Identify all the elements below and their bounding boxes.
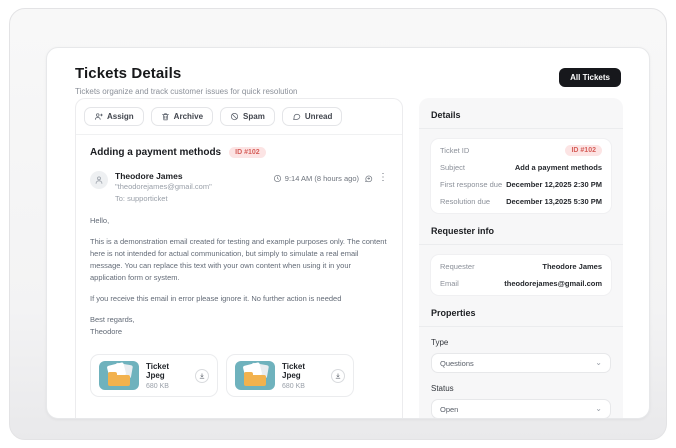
detail-value: December 13,2025 5:30 PM xyxy=(506,197,602,206)
person-icon xyxy=(94,175,104,185)
ticket-title-row: Adding a payment methods ID #102 xyxy=(90,147,388,158)
detail-row-first-response: First response due December 12,2025 2:30… xyxy=(440,176,602,193)
attachment-card[interactable]: Ticket Jpeg 680 KB xyxy=(90,354,218,397)
detail-value: Add a payment methods xyxy=(515,163,602,172)
status-select[interactable]: Open ⌄ xyxy=(431,399,611,419)
sender-name: Theodore James xyxy=(115,171,183,181)
detail-value: theodorejames@gmail.com xyxy=(504,279,602,288)
ticket-thread-panel: Assign Archive Spam xyxy=(75,98,403,419)
spam-button[interactable]: Spam xyxy=(220,107,275,126)
download-button[interactable] xyxy=(331,369,345,383)
spam-icon xyxy=(230,112,239,121)
chevron-down-icon: ⌄ xyxy=(595,359,602,367)
page-subtitle: Tickets organize and track customer issu… xyxy=(75,87,621,96)
app-window: Tickets Details Tickets organize and tra… xyxy=(9,8,667,440)
card-header: Tickets Details Tickets organize and tra… xyxy=(47,48,649,96)
archive-button-label: Archive xyxy=(174,112,203,121)
detail-label: Ticket ID xyxy=(440,146,469,155)
attachments-row: Ticket Jpeg 680 KB xyxy=(90,354,388,397)
ticket-id-badge: ID #102 xyxy=(565,145,602,156)
page-title: Tickets Details xyxy=(75,65,621,82)
kebab-menu-icon[interactable]: ⋮ xyxy=(378,173,388,183)
attachment-name: Ticket Jpeg xyxy=(146,362,188,380)
body-greeting: Hello, xyxy=(90,215,388,227)
detail-label: First response due xyxy=(440,180,502,189)
details-panel: Details Ticket ID ID #102 Subject Add a … xyxy=(419,98,623,419)
attachment-meta: Ticket Jpeg 680 KB xyxy=(282,362,324,390)
ticket-id-badge: ID #102 xyxy=(229,147,266,158)
attachment-size: 680 KB xyxy=(282,383,324,390)
attachment-thumbnail-icon xyxy=(235,361,275,390)
all-tickets-button[interactable]: All Tickets xyxy=(559,68,621,87)
sender-info: Theodore James "theodorejames@gmail.com"… xyxy=(115,171,273,203)
archive-button[interactable]: Archive xyxy=(151,107,213,126)
download-button[interactable] xyxy=(195,369,209,383)
thread-content: Adding a payment methods ID #102 Theodor… xyxy=(76,135,402,419)
detail-label: Requester xyxy=(440,262,475,271)
clock-icon xyxy=(273,174,282,183)
detail-row-ticket-id: Ticket ID ID #102 xyxy=(440,142,602,159)
requester-row-email: Email theodorejames@gmail.com xyxy=(440,275,602,292)
detail-value: Theodore James xyxy=(542,262,602,271)
download-icon xyxy=(334,372,342,380)
detail-row-resolution: Resolution due December 13,2025 5:30 PM xyxy=(440,193,602,210)
detail-value: December 12,2025 2:30 PM xyxy=(506,180,602,189)
requester-row-name: Requester Theodore James xyxy=(440,258,602,275)
assign-button-label: Assign xyxy=(107,112,134,121)
attachment-meta: Ticket Jpeg 680 KB xyxy=(146,362,188,390)
type-select[interactable]: Questions ⌄ xyxy=(431,353,611,373)
details-section-title: Details xyxy=(431,110,611,120)
download-icon xyxy=(198,372,206,380)
ticket-toolbar: Assign Archive Spam xyxy=(76,99,402,135)
body-paragraph-1: This is a demonstration email created fo… xyxy=(90,236,388,284)
body-paragraph-2: If you receive this email in error pleas… xyxy=(90,293,388,305)
timestamp-text: 9:14 AM (8 hours ago) xyxy=(285,174,359,183)
attachment-thumbnail-icon xyxy=(99,361,139,390)
divider xyxy=(419,128,623,129)
status-label: Status xyxy=(431,384,611,393)
status-select-value: Open xyxy=(440,405,595,414)
assign-user-icon xyxy=(94,112,103,121)
divider xyxy=(419,326,623,327)
body-signoff: Best regards, xyxy=(90,314,388,326)
attachment-name: Ticket Jpeg xyxy=(282,362,324,380)
avatar xyxy=(90,171,108,189)
detail-label: Email xyxy=(440,279,459,288)
timestamp: 9:14 AM (8 hours ago) xyxy=(273,174,359,183)
spam-button-label: Spam xyxy=(243,112,265,121)
requester-rows-card: Requester Theodore James Email theodorej… xyxy=(431,255,611,295)
type-label: Type xyxy=(431,338,611,347)
attachment-size: 680 KB xyxy=(146,383,188,390)
chevron-down-icon: ⌄ xyxy=(595,405,602,413)
unread-button-label: Unread xyxy=(305,112,333,121)
reply-icon[interactable] xyxy=(364,174,373,183)
email-body: Hello, This is a demonstration email cre… xyxy=(90,215,388,338)
attachment-card[interactable]: Ticket Jpeg 680 KB xyxy=(226,354,354,397)
detail-label: Resolution due xyxy=(440,197,490,206)
assign-button[interactable]: Assign xyxy=(84,107,144,126)
sender-line: Theodore James "theodorejames@gmail.com" xyxy=(115,171,273,191)
sender-row: Theodore James "theodorejames@gmail.com"… xyxy=(90,171,388,203)
details-rows-card: Ticket ID ID #102 Subject Add a payment … xyxy=(431,139,611,213)
message-meta: 9:14 AM (8 hours ago) ⋮ xyxy=(273,173,388,183)
detail-label: Subject xyxy=(440,163,465,172)
divider xyxy=(419,244,623,245)
to-line: To: supporticket xyxy=(115,194,273,203)
unread-button[interactable]: Unread xyxy=(282,107,343,126)
detail-row-subject: Subject Add a payment methods xyxy=(440,159,602,176)
sender-email: "theodorejames@gmail.com" xyxy=(115,182,212,191)
type-select-value: Questions xyxy=(440,359,595,368)
body-signature: Theodore xyxy=(90,326,388,338)
archive-icon xyxy=(161,112,170,121)
ticket-title: Adding a payment methods xyxy=(90,147,221,158)
unread-icon xyxy=(292,112,301,121)
tickets-details-card: Tickets Details Tickets organize and tra… xyxy=(46,47,650,419)
properties-section-title: Properties xyxy=(431,308,611,318)
requester-section-title: Requester info xyxy=(431,226,611,236)
